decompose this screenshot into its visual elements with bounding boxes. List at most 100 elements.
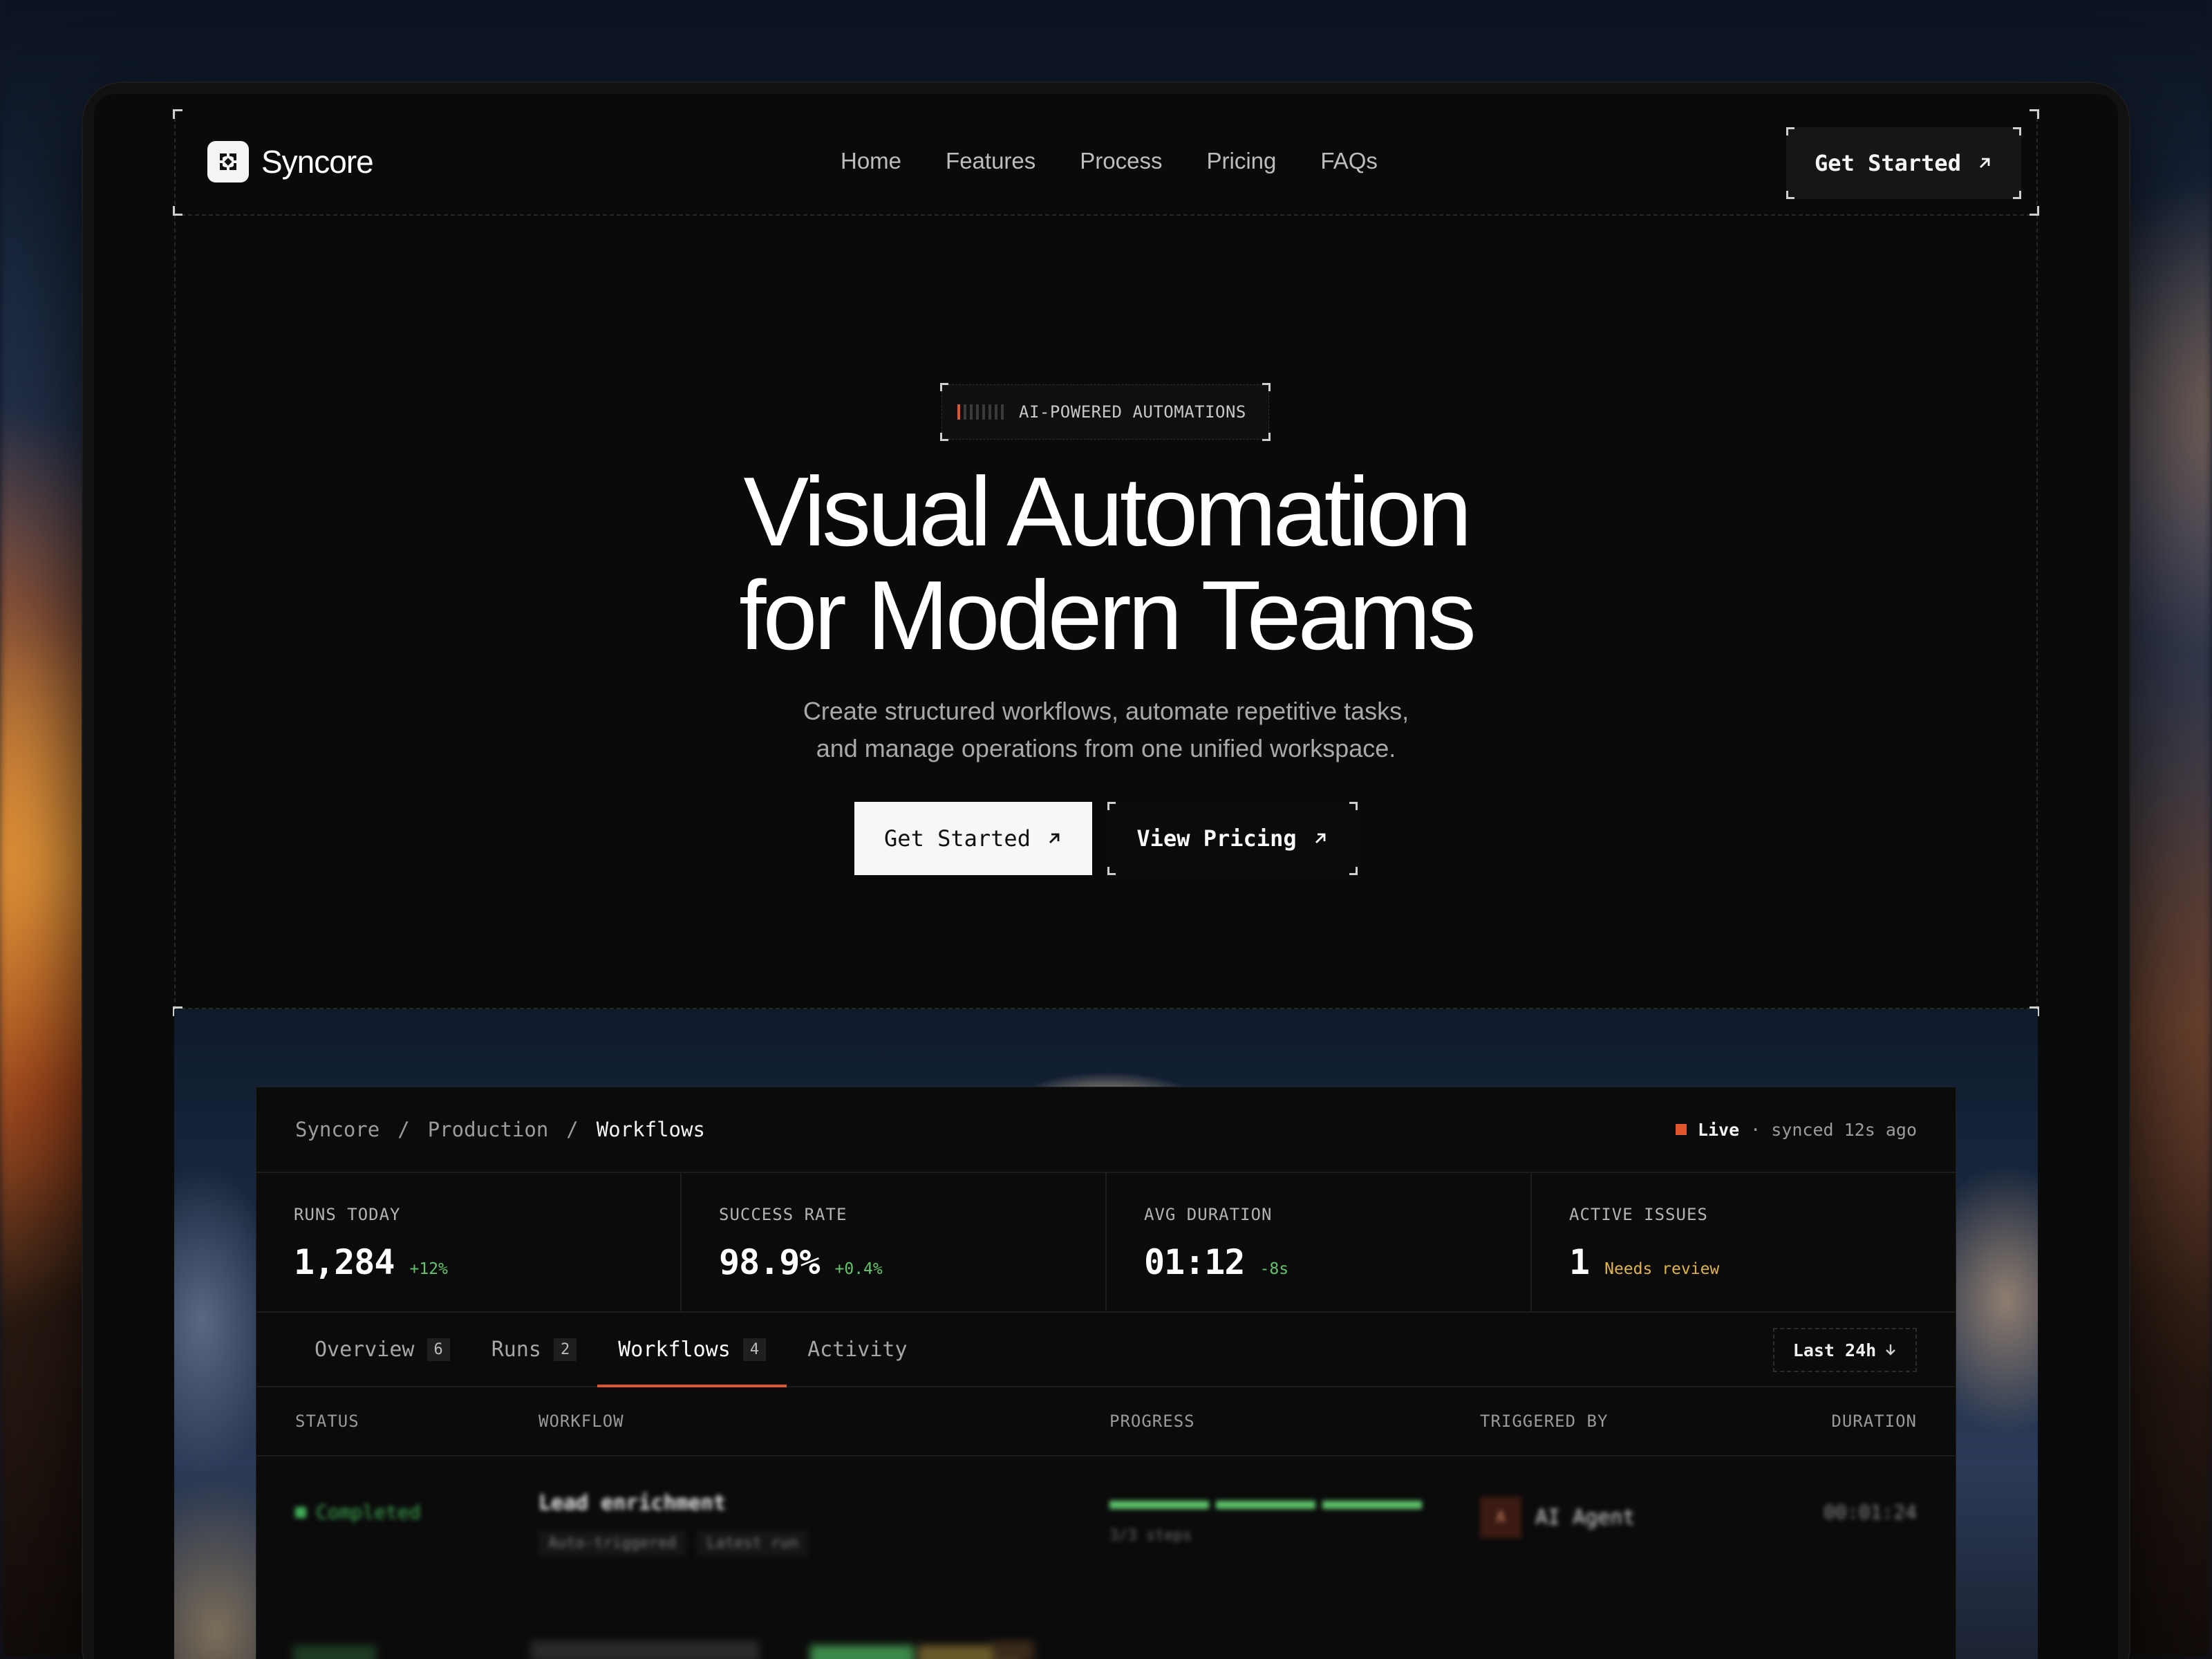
table-header: STATUS WORKFLOW PROGRESS TRIGGERED BY DU…: [256, 1387, 1956, 1456]
tab-overview[interactable]: Overview 6: [294, 1313, 471, 1386]
hero-title: Visual Automation for Modern Teams: [553, 460, 1659, 668]
button-corner: [1349, 802, 1358, 810]
nav-home[interactable]: Home: [841, 148, 901, 174]
dashboard-panel: Syncore / Production / Workflows Live · …: [256, 1087, 1956, 1659]
stat-label: RUNS TODAY: [294, 1205, 401, 1224]
column-header-workflow[interactable]: WORKFLOW: [538, 1412, 1109, 1431]
progress-text: 3/3 steps: [1109, 1527, 1192, 1544]
tab-label: Overview: [315, 1337, 415, 1362]
table-row[interactable]: Completed Lead enrichment Auto-triggered…: [256, 1456, 1956, 1595]
stats-row: RUNS TODAY 1,284 +12% SUCCESS RATE 98.9%…: [256, 1173, 1956, 1313]
nav-cta-label: Get Started: [1815, 150, 1961, 176]
badge-corner: [1262, 433, 1271, 441]
stat-value: 1: [1569, 1242, 1590, 1282]
table-row-partial: [256, 1630, 1956, 1659]
stat-label: SUCCESS RATE: [719, 1205, 847, 1224]
stat-runs-today: RUNS TODAY 1,284 +12%: [256, 1173, 682, 1311]
live-status: Live · synced 12s ago: [1675, 1119, 1917, 1140]
tab-count-badge: 6: [427, 1338, 450, 1361]
status-badge: Completed: [295, 1501, 538, 1524]
breadcrumb-workflows: Workflows: [596, 1118, 705, 1141]
main-nav: Home Features Process Pricing FAQs: [841, 148, 1378, 174]
breadcrumb-separator: /: [566, 1118, 579, 1141]
column-header-progress[interactable]: PROGRESS: [1109, 1412, 1480, 1431]
logo-icon: [207, 141, 249, 182]
brand-logo[interactable]: Syncore: [207, 141, 374, 182]
badge-corner: [1262, 383, 1271, 391]
hero-subtitle: Create structured workflows, automate re…: [691, 693, 1521, 767]
column-header-duration[interactable]: DURATION: [1805, 1412, 1917, 1431]
button-corner: [1786, 127, 1794, 135]
column-header-status[interactable]: STATUS: [295, 1412, 538, 1431]
time-range-dropdown[interactable]: Last 24h: [1773, 1328, 1917, 1372]
app-screen: Syncore Home Features Process Pricing FA…: [94, 94, 2118, 1659]
breadcrumb-production[interactable]: Production: [428, 1118, 549, 1141]
tab-activity[interactable]: Activity: [787, 1313, 928, 1386]
tab-label: Runs: [491, 1337, 541, 1362]
button-corner: [1786, 191, 1794, 199]
button-corner: [1107, 802, 1116, 810]
stat-active-issues: ACTIVE ISSUES 1 Needs review: [1532, 1173, 1956, 1311]
workflow-tag: Auto-triggered: [538, 1530, 686, 1556]
breadcrumb: Syncore / Production / Workflows: [295, 1118, 705, 1141]
frame-corner: [173, 206, 182, 216]
tab-label: Activity: [807, 1337, 908, 1362]
dashboard-header: Syncore / Production / Workflows Live · …: [256, 1087, 1956, 1173]
status-dot-icon: [295, 1506, 306, 1518]
signal-bars-icon: [957, 404, 1004, 420]
tab-label: Workflows: [618, 1337, 731, 1362]
stat-avg-duration: AVG DURATION 01:12 -8s: [1107, 1173, 1532, 1311]
hero-title-line-1: Visual Automation: [743, 457, 1472, 567]
tab-runs[interactable]: Runs 2: [471, 1313, 598, 1386]
tab-workflows[interactable]: Workflows 4: [597, 1313, 787, 1387]
stat-delta: Needs review: [1604, 1260, 1720, 1278]
badge-corner: [940, 433, 948, 441]
column-header-triggered-by[interactable]: TRIGGERED BY: [1480, 1412, 1805, 1431]
workflow-tag: Latest run: [697, 1530, 808, 1556]
nav-process[interactable]: Process: [1080, 148, 1162, 174]
brand-name: Syncore: [261, 144, 374, 180]
arrow-up-right-icon: [1979, 158, 1990, 168]
live-label: Live: [1697, 1119, 1740, 1140]
sync-status: · synced 12s ago: [1750, 1119, 1917, 1140]
hero-title-line-2: for Modern Teams: [739, 561, 1477, 671]
get-started-button[interactable]: Get Started: [854, 802, 1092, 875]
live-indicator-icon: [1675, 1124, 1687, 1135]
stat-label: AVG DURATION: [1144, 1205, 1273, 1224]
view-pricing-button[interactable]: View Pricing: [1107, 802, 1358, 875]
tab-count-badge: 2: [554, 1338, 577, 1361]
badge-corner: [940, 383, 948, 391]
frame-corner: [2030, 109, 2039, 119]
stat-delta: +12%: [409, 1260, 448, 1278]
hero-subtitle-line-2: and manage operations from one unified w…: [816, 734, 1396, 762]
tab-count-badge: 4: [742, 1338, 767, 1361]
frame-corner: [2030, 206, 2039, 216]
status-label: Completed: [316, 1501, 421, 1524]
duration-value: 00:01:24: [1824, 1501, 1917, 1524]
hero-badge: AI-POWERED AUTOMATIONS: [941, 384, 1269, 440]
stat-label: ACTIVE ISSUES: [1569, 1205, 1708, 1224]
tab-bar: Overview 6 Runs 2 Workflows 4 Activity L…: [256, 1313, 1956, 1387]
nav-divider: [174, 214, 2038, 216]
trigger-name: AI Agent: [1535, 1505, 1635, 1530]
stat-delta: +0.4%: [834, 1260, 883, 1278]
breadcrumb-syncore[interactable]: Syncore: [295, 1118, 379, 1141]
view-pricing-label: View Pricing: [1136, 825, 1297, 852]
stat-value: 98.9%: [719, 1242, 821, 1282]
arrow-down-icon: [1886, 1344, 1896, 1356]
stat-success-rate: SUCCESS RATE 98.9% +0.4%: [682, 1173, 1107, 1311]
frame-corner: [173, 109, 182, 119]
button-corner: [1349, 867, 1358, 875]
stat-value: 01:12: [1144, 1242, 1246, 1282]
nav-pricing[interactable]: Pricing: [1206, 148, 1276, 174]
nav-faqs[interactable]: FAQs: [1320, 148, 1378, 174]
nav-get-started-button[interactable]: Get Started: [1786, 127, 2021, 199]
button-corner: [1107, 867, 1116, 875]
nav-features[interactable]: Features: [946, 148, 1035, 174]
triggered-by: A AI Agent: [1480, 1497, 1805, 1538]
stat-delta: -8s: [1259, 1260, 1289, 1278]
workflow-name[interactable]: Lead enrichment: [538, 1491, 1109, 1515]
breadcrumb-separator: /: [397, 1118, 410, 1141]
button-corner: [2013, 127, 2021, 135]
avatar: A: [1480, 1497, 1521, 1538]
